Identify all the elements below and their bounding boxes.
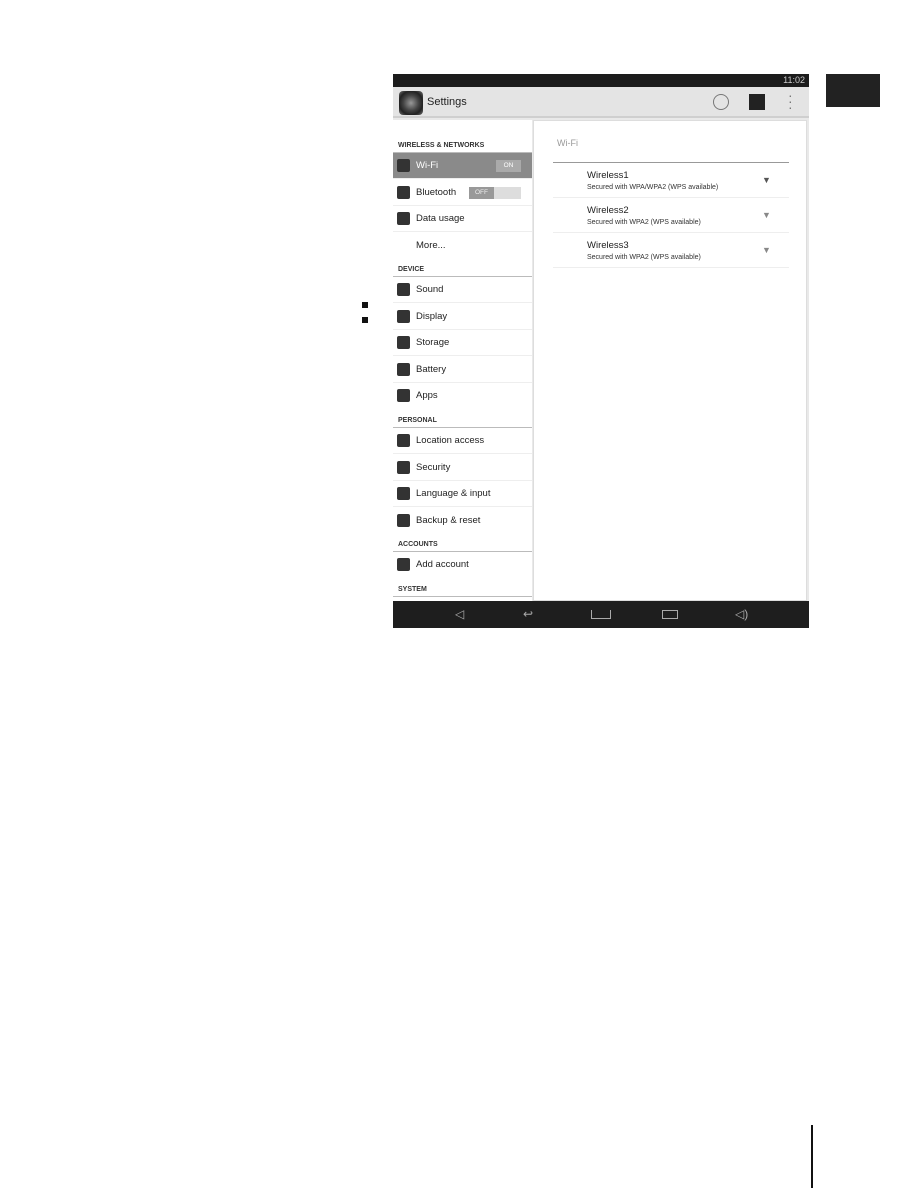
section-header: ACCOUNTS (398, 541, 438, 548)
sidebar-item-add-account[interactable]: Add account (393, 552, 532, 578)
network-item[interactable]: Wireless1 Secured with WPA/WPA2 (WPS avai… (553, 163, 789, 198)
sidebar-item-battery[interactable]: Battery (393, 357, 532, 383)
status-bar: 11:02 (393, 74, 809, 87)
location-icon (397, 434, 410, 447)
network-item[interactable]: Wireless3 Secured with WPA2 (WPS availabl… (553, 233, 789, 268)
data-usage-icon (397, 212, 410, 225)
settings-app-icon[interactable] (399, 91, 423, 115)
wifi-icon (397, 159, 410, 172)
sound-icon (397, 283, 410, 296)
sidebar-item-bluetooth[interactable]: Bluetooth OFF (393, 180, 532, 206)
recent-apps-icon[interactable] (662, 610, 678, 619)
bullet-marker (362, 302, 368, 308)
wifi-signal-lock-icon: ▼ (762, 210, 771, 220)
wifi-panel: Wi-Fi Wireless1 Secured with WPA/WPA2 (WP… (533, 120, 807, 601)
lock-icon (397, 461, 410, 474)
battery-icon (397, 363, 410, 376)
section-header: PERSONAL (398, 417, 437, 424)
network-item[interactable]: Wireless2 Secured with WPA2 (WPS availabl… (553, 198, 789, 233)
wifi-signal-lock-icon: ▼ (762, 175, 771, 185)
navigation-bar: ◁ ↩ ◁) (393, 601, 809, 628)
sidebar-item-security[interactable]: Security (393, 455, 532, 481)
home-icon[interactable] (591, 610, 611, 619)
apps-icon (397, 389, 410, 402)
tablet-screenshot: 11:02 Settings · · · WIRELESS & NETWORKS W… (393, 74, 809, 628)
page-tab-marker (826, 74, 880, 107)
storage-icon (397, 336, 410, 349)
sidebar-item-sound[interactable]: Sound (393, 277, 532, 303)
page-edge-line (811, 1125, 813, 1188)
sidebar-item-wifi[interactable]: Wi-Fi ON (393, 153, 532, 179)
display-icon (397, 310, 410, 323)
backup-icon (397, 514, 410, 527)
account-icon[interactable] (749, 94, 765, 110)
bullet-marker (362, 317, 368, 323)
volume-down-icon[interactable]: ◁ (455, 607, 464, 621)
sidebar-item-display[interactable]: Display (393, 304, 532, 330)
account-icon (397, 558, 410, 571)
sidebar-item-backup[interactable]: Backup & reset (393, 508, 532, 534)
sidebar-item-data-usage[interactable]: Data usage (393, 206, 532, 232)
power-icon[interactable] (713, 94, 729, 110)
action-bar: Settings · · · (393, 87, 809, 118)
wifi-toggle[interactable]: ON (496, 160, 521, 172)
volume-up-icon[interactable]: ◁) (735, 607, 748, 621)
page-title: Settings (427, 96, 467, 108)
overflow-menu-icon[interactable]: · · · (788, 88, 793, 114)
wifi-signal-lock-icon: ▼ (762, 245, 771, 255)
language-icon (397, 487, 410, 500)
sidebar-item-language[interactable]: Language & input (393, 481, 532, 507)
clock: 11:02 (783, 75, 805, 85)
sidebar-item-storage[interactable]: Storage (393, 330, 532, 356)
bluetooth-toggle[interactable]: OFF (469, 187, 521, 199)
sidebar-item-apps[interactable]: Apps (393, 383, 532, 409)
back-icon[interactable]: ↩ (523, 607, 533, 621)
settings-sidebar: WIRELESS & NETWORKS Wi-Fi ON Bluetooth OFF… (393, 120, 532, 601)
bluetooth-icon (397, 186, 410, 199)
wifi-panel-title: Wi-Fi (557, 138, 578, 148)
sidebar-item-location[interactable]: Location access (393, 428, 532, 454)
sidebar-item-more[interactable]: More... (393, 233, 532, 259)
section-header: DEVICE (398, 266, 425, 273)
section-header: WIRELESS & NETWORKS (398, 142, 485, 149)
section-header: SYSTEM (398, 586, 427, 593)
